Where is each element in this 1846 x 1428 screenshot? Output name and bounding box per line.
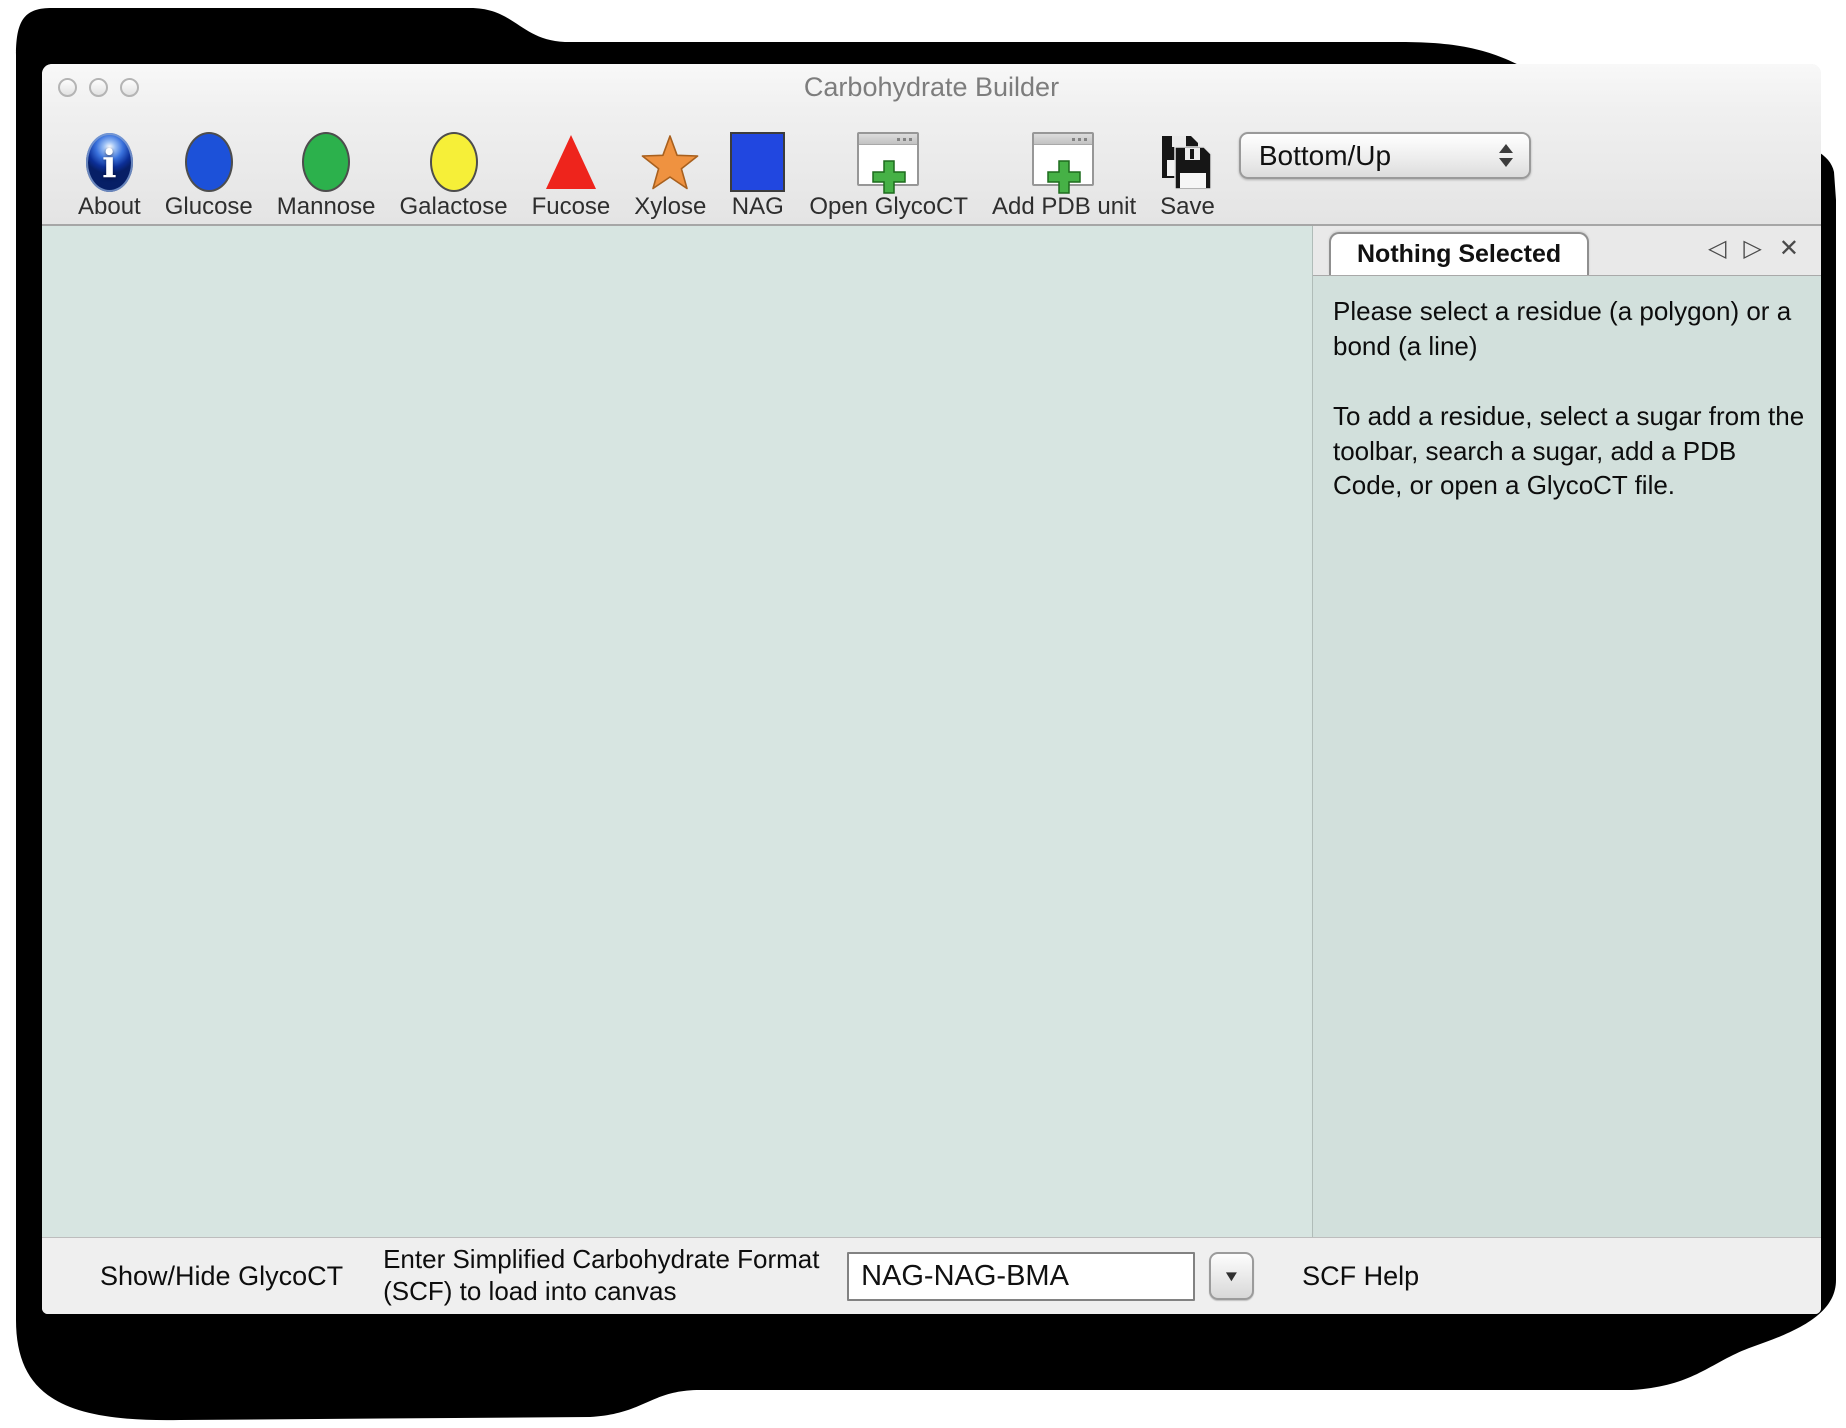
show-hide-glycoct-button[interactable]: Show/Hide GlycoCT <box>100 1261 343 1292</box>
tab-close-button[interactable]: ✕ <box>1779 237 1799 261</box>
bottom-bar: Show/Hide GlycoCT Enter Simplified Carbo… <box>42 1237 1821 1314</box>
xylose-star-icon <box>640 130 700 192</box>
toolbar-label-about: About <box>78 195 141 219</box>
toolbar-button-nag[interactable]: NAG <box>730 130 785 219</box>
direction-select-value: Bottom/Up <box>1259 140 1391 172</box>
mannose-circle-icon <box>302 130 350 192</box>
close-button[interactable] <box>58 78 77 97</box>
save-floppy-icon <box>1160 130 1214 192</box>
instruction-select-text: Please select a residue (a polygon) or a… <box>1333 294 1809 363</box>
stepper-arrows-icon <box>1499 144 1513 167</box>
title-bar: Carbohydrate Builder <box>42 64 1821 110</box>
toolbar-button-open-glycoct[interactable]: Open GlycoCT <box>809 132 968 219</box>
toolbar-label-mannose: Mannose <box>277 195 376 219</box>
traffic-lights <box>58 64 139 110</box>
panel-instructions: Please select a residue (a polygon) or a… <box>1313 276 1821 1237</box>
toolbar-button-about[interactable]: i About <box>78 130 141 219</box>
canvas[interactable] <box>42 226 1312 1237</box>
inspector-panel: Nothing Selected ◁ ▷ ✕ Please select a r… <box>1312 226 1821 1237</box>
app-window: Carbohydrate Builder i About Glucose Man… <box>42 64 1821 1314</box>
toolbar-button-glucose[interactable]: Glucose <box>165 130 253 219</box>
window-plus-icon <box>857 132 921 192</box>
toolbar-button-save[interactable]: Save <box>1160 130 1215 219</box>
nag-square-icon <box>730 130 785 192</box>
galactose-circle-icon <box>430 130 478 192</box>
tab-prev-button[interactable]: ◁ <box>1708 237 1726 261</box>
toolbar-label-nag: NAG <box>732 195 784 219</box>
toolbar-label-add-pdb-unit: Add PDB unit <box>992 195 1136 219</box>
toolbar-button-fucose[interactable]: Fucose <box>532 130 611 219</box>
toolbar-label-xylose: Xylose <box>634 195 706 219</box>
chevron-down-icon: ▼ <box>1222 1268 1241 1285</box>
toolbar-button-galactose[interactable]: Galactose <box>400 130 508 219</box>
scf-history-dropdown-button[interactable]: ▼ <box>1209 1252 1254 1300</box>
main-content: Nothing Selected ◁ ▷ ✕ Please select a r… <box>42 226 1821 1237</box>
glucose-circle-icon <box>185 130 233 192</box>
window-title: Carbohydrate Builder <box>804 72 1059 103</box>
toolbar-button-mannose[interactable]: Mannose <box>277 130 376 219</box>
toolbar-button-xylose[interactable]: Xylose <box>634 130 706 219</box>
instruction-add-text: To add a residue, select a sugar from th… <box>1333 399 1809 503</box>
tab-label: Nothing Selected <box>1357 240 1561 269</box>
toolbar-label-fucose: Fucose <box>532 195 611 219</box>
direction-select[interactable]: Bottom/Up <box>1239 132 1531 179</box>
scf-input[interactable] <box>847 1252 1195 1301</box>
minimize-button[interactable] <box>89 78 108 97</box>
fucose-triangle-icon <box>543 130 599 192</box>
scf-prompt-label: Enter Simplified Carbohydrate Format (SC… <box>383 1244 821 1307</box>
tab-nothing-selected[interactable]: Nothing Selected <box>1329 232 1589 275</box>
panel-tab-bar: Nothing Selected ◁ ▷ ✕ <box>1313 226 1821 276</box>
toolbar-label-open-glycoct: Open GlycoCT <box>809 195 968 219</box>
info-icon: i <box>86 130 133 192</box>
zoom-button[interactable] <box>120 78 139 97</box>
toolbar: i About Glucose Mannose Galactose <box>42 110 1821 226</box>
window-plus-icon <box>1032 132 1096 192</box>
toolbar-label-glucose: Glucose <box>165 195 253 219</box>
tab-next-button[interactable]: ▷ <box>1743 237 1761 261</box>
toolbar-label-galactose: Galactose <box>400 195 508 219</box>
toolbar-button-add-pdb-unit[interactable]: Add PDB unit <box>992 132 1136 219</box>
tab-nav: ◁ ▷ ✕ <box>1708 232 1799 265</box>
scf-help-button[interactable]: SCF Help <box>1302 1261 1419 1292</box>
toolbar-label-save: Save <box>1160 195 1215 219</box>
